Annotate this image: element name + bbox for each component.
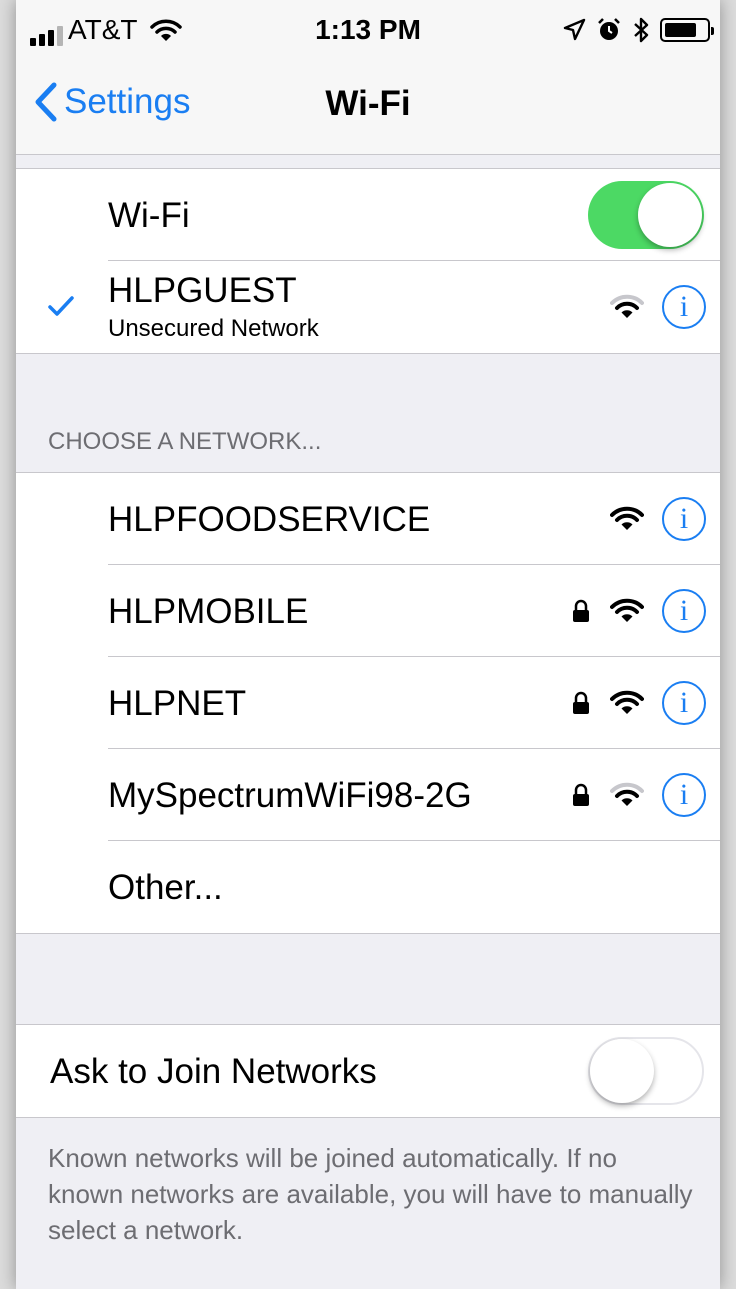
network-icons: i	[610, 473, 706, 565]
lock-icon	[573, 599, 589, 622]
network-icons: i	[572, 657, 706, 749]
location-arrow-icon	[563, 18, 586, 41]
network-name: HLPMOBILE	[108, 592, 309, 631]
bluetooth-icon	[634, 17, 649, 43]
network-row[interactable]: HLPFOODSERVICE i	[16, 473, 720, 565]
network-icons: i	[572, 749, 706, 841]
connected-network-row[interactable]: HLPGUEST Unsecured Network i	[16, 261, 720, 353]
wifi-signal-icon	[610, 294, 644, 318]
info-button[interactable]: i	[662, 497, 706, 541]
wifi-signal-icon	[610, 506, 644, 530]
network-row[interactable]: HLPNET i	[16, 657, 720, 749]
status-bar: AT&T 1:13 PM	[16, 0, 720, 62]
other-network-label: Other...	[108, 868, 223, 907]
other-network-row[interactable]: Other...	[16, 841, 720, 933]
connected-network-subtitle: Unsecured Network	[108, 315, 319, 342]
checkmark-icon	[48, 296, 74, 316]
ask-to-join-row: Ask to Join Networks	[16, 1025, 720, 1117]
wifi-toggle-row: Wi-Fi	[16, 169, 720, 261]
battery-icon	[660, 18, 714, 42]
network-name: MySpectrumWiFi98-2G	[108, 776, 472, 815]
info-button[interactable]: i	[662, 681, 706, 725]
alarm-icon	[598, 18, 620, 40]
connected-network-icons: i	[610, 261, 706, 353]
phone-screen: AT&T 1:13 PM Settings Wi-Fi Wi-Fi HLPGUE…	[16, 0, 720, 1289]
section-header: CHOOSE A NETWORK...	[48, 428, 322, 455]
ask-to-join-toggle[interactable]	[588, 1037, 704, 1105]
ask-to-join-footer: Known networks will be joined automatica…	[48, 1143, 693, 1245]
nav-bar: Settings Wi-Fi	[16, 62, 720, 154]
toggle-knob	[638, 183, 702, 247]
wifi-group: Wi-Fi HLPGUEST Unsecured Network i	[16, 168, 720, 354]
top-bar: AT&T 1:13 PM Settings Wi-Fi	[16, 0, 720, 155]
network-row[interactable]: HLPMOBILE i	[16, 565, 720, 657]
toggle-knob	[590, 1039, 654, 1103]
ask-to-join-label: Ask to Join Networks	[50, 1052, 377, 1091]
status-right-icons	[562, 16, 714, 44]
network-list: HLPFOODSERVICE i HLPMOBILE i HLPNET i My…	[16, 472, 720, 934]
lock-icon	[573, 691, 589, 714]
wifi-signal-icon	[610, 782, 644, 806]
wifi-signal-icon	[610, 598, 644, 622]
wifi-signal-icon	[610, 690, 644, 714]
connected-network-name: HLPGUEST	[108, 271, 297, 310]
info-button[interactable]: i	[662, 285, 706, 329]
ask-to-join-group: Ask to Join Networks	[16, 1024, 720, 1118]
wifi-toggle[interactable]	[588, 181, 704, 249]
network-icons: i	[572, 565, 706, 657]
network-name: HLPFOODSERVICE	[108, 500, 431, 539]
page-title: Wi-Fi	[325, 84, 411, 123]
info-button[interactable]: i	[662, 773, 706, 817]
network-row[interactable]: MySpectrumWiFi98-2G i	[16, 749, 720, 841]
info-button[interactable]: i	[662, 589, 706, 633]
wifi-toggle-label: Wi-Fi	[108, 196, 190, 235]
lock-icon	[573, 783, 589, 806]
network-name: HLPNET	[108, 684, 247, 723]
